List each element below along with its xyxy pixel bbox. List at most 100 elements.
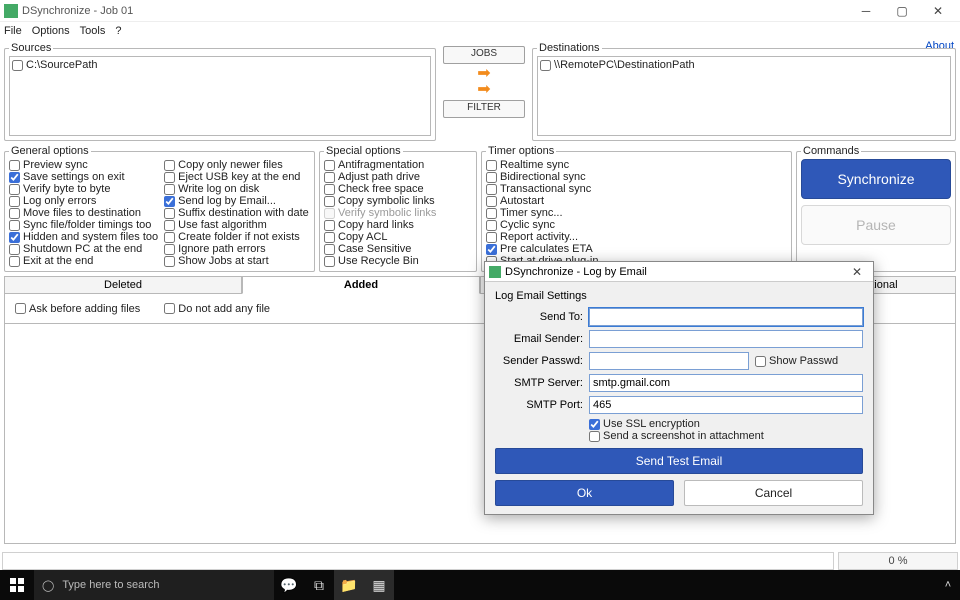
do-not-add-checkbox[interactable]: Do not add any file xyxy=(164,303,270,315)
ok-button[interactable]: Ok xyxy=(495,480,674,506)
timer-opt-1[interactable]: Bidirectional sync xyxy=(486,171,787,183)
general-opt-2[interactable]: Verify byte to byte xyxy=(9,183,158,195)
center-controls: JOBS ➡ ➡ FILTER xyxy=(440,40,528,141)
title-bar: DSynchronize - Job 01 ─ ▢ ✕ xyxy=(0,0,960,22)
timer-opt-3[interactable]: Autostart xyxy=(486,195,787,207)
general-opt-3[interactable]: Log only errors xyxy=(9,195,158,207)
timer-opt-4[interactable]: Timer sync... xyxy=(486,207,787,219)
timer-opt-6[interactable]: Report activity... xyxy=(486,231,787,243)
passwd-label: Sender Passwd: xyxy=(495,355,583,367)
general-opt2-4[interactable]: Suffix destination with date xyxy=(164,207,310,219)
search-icon: ◯ xyxy=(42,579,54,592)
special-opt-4: Verify symbolic links xyxy=(324,207,472,219)
destination-checkbox[interactable] xyxy=(540,60,551,71)
commands-group: Commands Synchronize Pause xyxy=(796,145,956,272)
show-passwd-checkbox[interactable]: Show Passwd xyxy=(755,355,843,367)
general-options-group: General options Preview syncSave setting… xyxy=(4,145,315,272)
special-opt-3[interactable]: Copy symbolic links xyxy=(324,195,472,207)
menu-bar: File Options Tools ? xyxy=(0,22,960,40)
commands-legend: Commands xyxy=(801,145,861,157)
passwd-input[interactable] xyxy=(589,352,749,370)
taskbar-search[interactable]: ◯ Type here to search xyxy=(34,570,274,600)
sender-input[interactable] xyxy=(589,330,863,348)
dialog-icon xyxy=(489,266,501,278)
sendto-label: Send To: xyxy=(495,311,583,323)
windows-icon xyxy=(10,578,24,592)
status-text xyxy=(2,552,834,570)
window-title: DSynchronize - Job 01 xyxy=(22,5,133,17)
special-opt-6[interactable]: Copy ACL xyxy=(324,231,472,243)
menu-tools[interactable]: Tools xyxy=(80,25,106,37)
maximize-button[interactable]: ▢ xyxy=(884,0,920,22)
sendto-input[interactable] xyxy=(589,308,863,326)
ask-before-adding-checkbox[interactable]: Ask before adding files xyxy=(15,303,140,315)
general-opt-0[interactable]: Preview sync xyxy=(9,159,158,171)
start-button[interactable] xyxy=(0,570,34,600)
special-opt-5[interactable]: Copy hard links xyxy=(324,219,472,231)
destinations-list[interactable]: \\RemotePC\DestinationPath xyxy=(537,56,951,136)
general-opt2-3[interactable]: Send log by Email... xyxy=(164,195,310,207)
dialog-close-button[interactable]: ✕ xyxy=(845,265,869,279)
cancel-button[interactable]: Cancel xyxy=(684,480,863,506)
menu-file[interactable]: File xyxy=(4,25,22,37)
filter-button[interactable]: FILTER xyxy=(443,100,525,118)
general-opt2-7[interactable]: Ignore path errors xyxy=(164,243,310,255)
general-opt-6[interactable]: Hidden and system files too xyxy=(9,231,158,243)
task-view-icon[interactable]: ⧉ xyxy=(304,570,334,600)
general-opt-4[interactable]: Move files to destination xyxy=(9,207,158,219)
special-opt-0[interactable]: Antifragmentation xyxy=(324,159,472,171)
timer-opt-2[interactable]: Transactional sync xyxy=(486,183,787,195)
special-options-group: Special options AntifragmentationAdjust … xyxy=(319,145,477,272)
timer-opt-5[interactable]: Cyclic sync xyxy=(486,219,787,231)
general-opt-1[interactable]: Save settings on exit xyxy=(9,171,158,183)
general-opt-5[interactable]: Sync file/folder timings too xyxy=(9,219,158,231)
tray-chevron-icon[interactable]: ˄ xyxy=(936,579,960,591)
arrow-right-icon: ➡ xyxy=(477,68,490,80)
special-opt-7[interactable]: Case Sensitive xyxy=(324,243,472,255)
screenshot-checkbox[interactable]: Send a screenshot in attachment xyxy=(589,430,863,442)
special-opt-2[interactable]: Check free space xyxy=(324,183,472,195)
progress-percent: 0 % xyxy=(838,552,958,570)
general-opt2-0[interactable]: Copy only newer files xyxy=(164,159,310,171)
sender-label: Email Sender: xyxy=(495,333,583,345)
general-opt-7[interactable]: Shutdown PC at the end xyxy=(9,243,158,255)
tab-deleted[interactable]: Deleted xyxy=(4,276,242,294)
general-opt2-1[interactable]: Eject USB key at the end xyxy=(164,171,310,183)
jobs-button[interactable]: JOBS xyxy=(443,46,525,64)
sources-list[interactable]: C:\SourcePath xyxy=(9,56,431,136)
general-opt2-8[interactable]: Show Jobs at start xyxy=(164,255,310,267)
general-opt2-2[interactable]: Write log on disk xyxy=(164,183,310,195)
arrow-right-icon: ➡ xyxy=(477,84,490,96)
cortana-icon[interactable]: 💬 xyxy=(274,570,304,600)
send-test-email-button[interactable]: Send Test Email xyxy=(495,448,863,474)
general-opt-8[interactable]: Exit at the end xyxy=(9,255,158,267)
menu-help[interactable]: ? xyxy=(115,25,121,37)
dialog-title: DSynchronize - Log by Email xyxy=(505,266,647,278)
close-button[interactable]: ✕ xyxy=(920,0,956,22)
sources-group: Sources C:\SourcePath xyxy=(4,42,436,141)
log-email-dialog: DSynchronize - Log by Email ✕ Log Email … xyxy=(484,261,874,515)
destination-item[interactable]: \\RemotePC\DestinationPath xyxy=(540,59,948,71)
source-item[interactable]: C:\SourcePath xyxy=(12,59,428,71)
synchronize-button[interactable]: Synchronize xyxy=(801,159,951,199)
app-taskbar-icon[interactable]: ▦ xyxy=(364,570,394,600)
timer-opt-0[interactable]: Realtime sync xyxy=(486,159,787,171)
tab-added[interactable]: Added xyxy=(242,276,480,294)
timer-opt-7[interactable]: Pre calculates ETA xyxy=(486,243,787,255)
dialog-title-bar: DSynchronize - Log by Email ✕ xyxy=(485,262,873,282)
general-legend: General options xyxy=(9,145,91,157)
server-input[interactable] xyxy=(589,374,863,392)
destinations-group: Destinations \\RemotePC\DestinationPath xyxy=(532,42,956,141)
general-opt2-6[interactable]: Create folder if not exists xyxy=(164,231,310,243)
special-opt-1[interactable]: Adjust path drive xyxy=(324,171,472,183)
port-input[interactable] xyxy=(589,396,863,414)
dialog-heading: Log Email Settings xyxy=(495,290,863,302)
explorer-icon[interactable]: 📁 xyxy=(334,570,364,600)
ssl-checkbox[interactable]: Use SSL encryption xyxy=(589,418,863,430)
minimize-button[interactable]: ─ xyxy=(848,0,884,22)
special-opt-8[interactable]: Use Recycle Bin xyxy=(324,255,472,267)
general-opt2-5[interactable]: Use fast algorithm xyxy=(164,219,310,231)
source-checkbox[interactable] xyxy=(12,60,23,71)
menu-options[interactable]: Options xyxy=(32,25,70,37)
window-controls: ─ ▢ ✕ xyxy=(848,0,956,22)
